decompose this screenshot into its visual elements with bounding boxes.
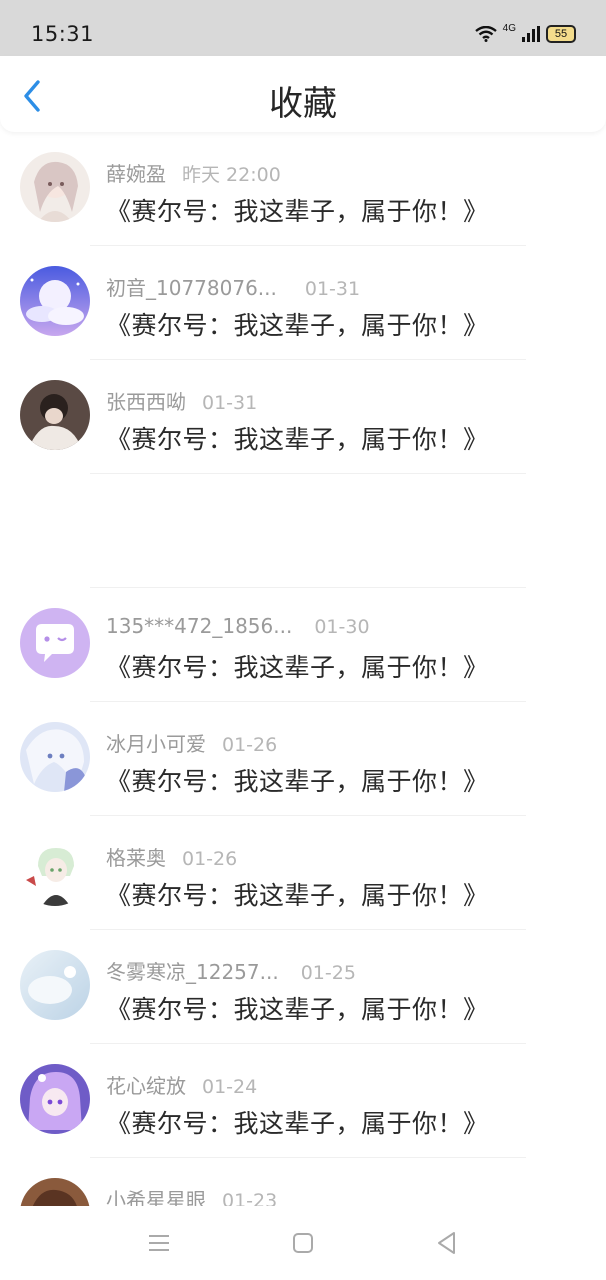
wifi-icon bbox=[474, 26, 497, 42]
message-date: 01-23 bbox=[222, 1190, 278, 1206]
favorites-list: 薛婉盈 昨天 22:00 《赛尔号：我这辈子，属于你！》 初音_10778076.… bbox=[0, 132, 606, 1206]
sender-name: 花心绽放 bbox=[106, 1074, 186, 1098]
message-date: 01-26 bbox=[222, 734, 278, 756]
message-date: 01-31 bbox=[304, 278, 361, 300]
sender-name: 冬雾寒凉_12257... bbox=[106, 960, 279, 984]
message-date: 01-30 bbox=[314, 616, 370, 638]
avatar bbox=[20, 722, 90, 792]
avatar bbox=[20, 152, 90, 222]
message-text: 《赛尔号：我这辈子，属于你！》 bbox=[106, 881, 489, 910]
list-item[interactable]: 135***472_1856... 01-30 《赛尔号：我这辈子，属于你！》 bbox=[0, 588, 606, 702]
list-item[interactable]: 张西西呦 01-31 《赛尔号：我这辈子，属于你！》 bbox=[0, 360, 606, 474]
battery-icon: 55 bbox=[546, 25, 576, 43]
sender-name: 初音_10778076... bbox=[106, 276, 277, 300]
list-item[interactable]: 冰月小可爱 01-26 《赛尔号：我这辈子，属于你！》 bbox=[0, 702, 606, 816]
message-meta: 薛婉盈 昨天 22:00 bbox=[106, 158, 281, 187]
avatar bbox=[20, 1178, 90, 1206]
message-meta: 初音_10778076... 01-31 bbox=[106, 272, 360, 301]
home-icon[interactable] bbox=[290, 1230, 316, 1256]
message-date: 昨天 22:00 bbox=[182, 164, 281, 186]
list-item[interactable]: 冬雾寒凉_12257... 01-25 《赛尔号：我这辈子，属于你！》 bbox=[0, 930, 606, 1044]
message-meta: 冰月小可爱 01-26 bbox=[106, 728, 277, 757]
avatar bbox=[20, 608, 90, 678]
message-date: 01-31 bbox=[202, 392, 258, 414]
empty-list-item bbox=[0, 474, 606, 588]
status-bar: 15:31 4G 55 bbox=[0, 0, 606, 56]
message-text: 《赛尔号：我这辈子，属于你！》 bbox=[106, 197, 489, 226]
status-icons: 4G 55 bbox=[474, 22, 576, 43]
message-text: 《赛尔号：我这辈子，属于你！》 bbox=[106, 425, 489, 454]
sender-name: 小希星星眼 bbox=[106, 1188, 206, 1206]
message-meta: 冬雾寒凉_12257... 01-25 bbox=[106, 956, 356, 985]
message-text: 《赛尔号：我这辈子，属于你！》 bbox=[106, 995, 489, 1024]
system-nav-bar bbox=[0, 1206, 606, 1280]
list-item[interactable]: 初音_10778076... 01-31 《赛尔号：我这辈子，属于你！》 bbox=[0, 246, 606, 360]
page-title: 收藏 bbox=[269, 84, 337, 124]
avatar bbox=[20, 1064, 90, 1134]
sender-name: 冰月小可爱 bbox=[106, 732, 206, 756]
status-time: 15:31 bbox=[31, 22, 95, 46]
message-text: 《赛尔号：我这辈子，属于你！》 bbox=[106, 1109, 489, 1138]
back-icon[interactable] bbox=[434, 1230, 460, 1256]
menu-icon[interactable] bbox=[146, 1230, 172, 1256]
message-meta: 格莱奥 01-26 bbox=[106, 842, 237, 871]
list-item[interactable]: 小希星星眼 01-23 bbox=[0, 1158, 606, 1206]
message-date: 01-26 bbox=[182, 848, 238, 870]
list-item[interactable]: 薛婉盈 昨天 22:00 《赛尔号：我这辈子，属于你！》 bbox=[0, 132, 606, 246]
avatar bbox=[20, 380, 90, 450]
message-meta: 135***472_1856... 01-30 bbox=[106, 614, 370, 638]
list-item[interactable]: 格莱奥 01-26 《赛尔号：我这辈子，属于你！》 bbox=[0, 816, 606, 930]
avatar bbox=[20, 950, 90, 1020]
message-meta: 花心绽放 01-24 bbox=[106, 1070, 257, 1099]
sender-name: 张西西呦 bbox=[106, 390, 186, 414]
avatar bbox=[20, 266, 90, 336]
message-date: 01-24 bbox=[202, 1076, 258, 1098]
message-text: 《赛尔号：我这辈子，属于你！》 bbox=[106, 767, 489, 796]
network-label: 4G bbox=[502, 22, 516, 34]
sender-name: 135***472_1856... bbox=[106, 614, 293, 638]
signal-icon bbox=[522, 26, 540, 42]
sender-name: 格莱奥 bbox=[106, 846, 166, 870]
sender-name: 薛婉盈 bbox=[106, 162, 166, 186]
message-meta: 小希星星眼 01-23 bbox=[106, 1184, 277, 1206]
header: 收藏 bbox=[0, 56, 606, 132]
message-meta: 张西西呦 01-31 bbox=[106, 386, 257, 415]
avatar bbox=[20, 836, 90, 906]
message-text: 《赛尔号：我这辈子，属于你！》 bbox=[106, 653, 489, 682]
message-text: 《赛尔号：我这辈子，属于你！》 bbox=[106, 311, 489, 340]
message-date: 01-25 bbox=[300, 962, 356, 984]
list-item[interactable]: 花心绽放 01-24 《赛尔号：我这辈子，属于你！》 bbox=[0, 1044, 606, 1158]
